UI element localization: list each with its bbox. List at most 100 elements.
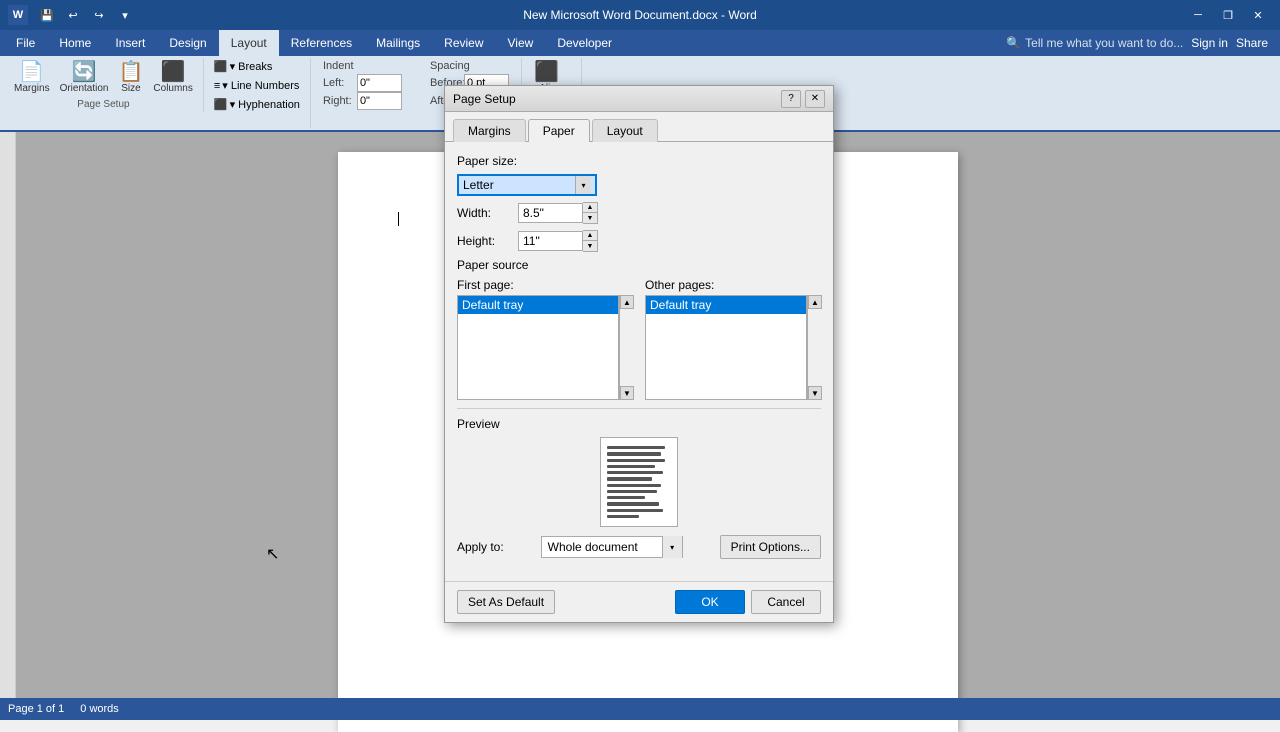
breaks-buttons: ⬛ ▾ Breaks ≡ ▾ Line Numbers ⬛ ▾ Hyphenat… [210,58,304,113]
other-pages-col: Other pages: Default tray ▲ ▼ [645,278,821,400]
tab-mailings[interactable]: Mailings [364,30,432,56]
indent-section-label: Indent [323,60,402,72]
spacing-section-label: Spacing [430,60,509,72]
search-placeholder: Tell me what you want to do... [1025,36,1183,50]
dialog-controls: ? ✕ [781,90,825,108]
dialog-help-btn[interactable]: ? [781,90,801,108]
margins-btn[interactable]: 📄 Margins [10,58,54,97]
paper-source-label: Paper source [457,258,821,272]
search-box[interactable]: 🔍 Tell me what you want to do... [1006,36,1183,50]
dialog-body: Paper size: Letter ▾ Width: ▲ ▼ H [445,142,833,581]
other-pages-scroll-up[interactable]: ▲ [808,295,822,309]
height-up-btn[interactable]: ▲ [583,231,597,241]
dialog-tab-paper[interactable]: Paper [528,119,590,142]
indent-left-row: Left: [323,74,402,92]
indent-left-input[interactable] [357,74,402,92]
apply-to-combo[interactable]: Whole document ▾ [541,536,683,558]
title-bar: W 💾 ↩ ↪ ▾ New Microsoft Word Document.do… [0,0,1280,30]
tab-insert[interactable]: Insert [103,30,157,56]
tab-references[interactable]: References [279,30,364,56]
preview-line-3 [607,465,655,468]
close-btn[interactable]: ✕ [1244,4,1272,26]
apply-to-row: Apply to: Whole document ▾ Print Options… [457,535,821,559]
print-options-btn[interactable]: Print Options... [720,535,821,559]
tab-review[interactable]: Review [432,30,495,56]
minimize-btn[interactable]: ─ [1184,4,1212,26]
indent-section: Indent Left: Right: [317,58,408,112]
paper-size-combo[interactable]: Letter ▾ [457,174,597,196]
apply-to-arrow[interactable]: ▾ [662,536,682,558]
columns-btn[interactable]: ⬛ Columns [149,58,196,97]
cancel-btn[interactable]: Cancel [751,590,821,614]
first-page-scroll-down[interactable]: ▼ [620,386,634,400]
redo-btn[interactable]: ↪ [88,4,110,26]
line-numbers-btn[interactable]: ≡ ▾ Line Numbers [210,77,303,94]
word-icon: W [8,5,28,25]
breaks-label: ▾ Breaks [230,60,273,73]
paper-size-value: Letter [463,178,494,192]
tab-view[interactable]: View [496,30,546,56]
preview-page [600,437,678,527]
restore-btn[interactable]: ❐ [1214,4,1242,26]
dialog-tab-layout[interactable]: Layout [592,119,658,142]
hyphenation-icon: ⬛ [214,98,228,111]
other-pages-default-tray[interactable]: Default tray [646,296,806,314]
page-setup-group-label: Page Setup [10,99,197,112]
align-icon: ⬛ [534,61,559,83]
paper-size-arrow[interactable]: ▾ [575,176,591,194]
tab-design[interactable]: Design [157,30,218,56]
preview-line-9 [607,502,659,505]
tab-file[interactable]: File [4,30,47,56]
dialog-tab-margins[interactable]: Margins [453,119,526,142]
customize-qat-btn[interactable]: ▾ [114,4,136,26]
height-input[interactable] [518,231,583,251]
tab-layout[interactable]: Layout [219,30,279,56]
dialog-title: Page Setup [453,92,516,106]
set-default-btn[interactable]: Set As Default [457,590,555,614]
other-pages-scroll-down[interactable]: ▼ [808,386,822,400]
other-pages-scroll-track [808,309,821,386]
dialog-footer: Set As Default OK Cancel [445,581,833,622]
first-page-label: First page: [457,278,633,292]
page-setup-buttons: 📄 Margins 🔄 Orientation 📋 Size ⬛ Columns [10,58,197,97]
breaks-btn[interactable]: ⬛ ▾ Breaks [210,58,277,75]
dialog-close-btn[interactable]: ✕ [805,90,825,108]
first-page-listbox[interactable]: Default tray [457,295,619,400]
undo-btn[interactable]: ↩ [62,4,84,26]
tab-home[interactable]: Home [47,30,103,56]
margins-icon: 📄 [19,61,44,83]
save-btn[interactable]: 💾 [36,4,58,26]
paper-source-row: First page: Default tray ▲ ▼ Ot [457,278,821,400]
width-input[interactable] [518,203,583,223]
dialog-titlebar: Page Setup ? ✕ [445,86,833,112]
hyphenation-btn[interactable]: ⬛ ▾ Hyphenation [210,96,304,113]
orientation-label: Orientation [60,83,109,94]
hyphenation-label: ▾ Hyphenation [230,98,300,111]
width-up-btn[interactable]: ▲ [583,203,597,213]
first-page-scroll-up[interactable]: ▲ [620,295,634,309]
action-buttons: OK Cancel [675,590,821,614]
breaks-group-label [210,115,304,128]
size-btn[interactable]: 📋 Size [115,58,148,97]
ok-btn[interactable]: OK [675,590,745,614]
preview-line-4 [607,471,663,474]
size-icon: 📋 [119,61,144,83]
word-count: 0 words [80,703,119,715]
orientation-btn[interactable]: 🔄 Orientation [56,58,113,97]
tab-developer[interactable]: Developer [545,30,624,56]
height-down-btn[interactable]: ▼ [583,241,597,251]
sign-in-link[interactable]: Sign in [1191,36,1228,50]
share-btn[interactable]: Share [1236,36,1268,50]
first-page-default-tray[interactable]: Default tray [458,296,618,314]
indent-right-row: Right: [323,92,402,110]
apply-to-label: Apply to: [457,540,504,554]
height-label: Height: [457,234,512,248]
other-pages-listbox[interactable]: Default tray [645,295,807,400]
preview-line-7 [607,490,657,493]
indent-right-label: Right: [323,95,353,107]
indent-right-input[interactable] [357,92,402,110]
ribbon-group-page-setup: 📄 Margins 🔄 Orientation 📋 Size ⬛ Columns… [4,58,204,112]
width-down-btn[interactable]: ▼ [583,213,597,223]
other-pages-scrollbar: ▲ ▼ [807,295,821,400]
preview-line-10 [607,509,663,512]
